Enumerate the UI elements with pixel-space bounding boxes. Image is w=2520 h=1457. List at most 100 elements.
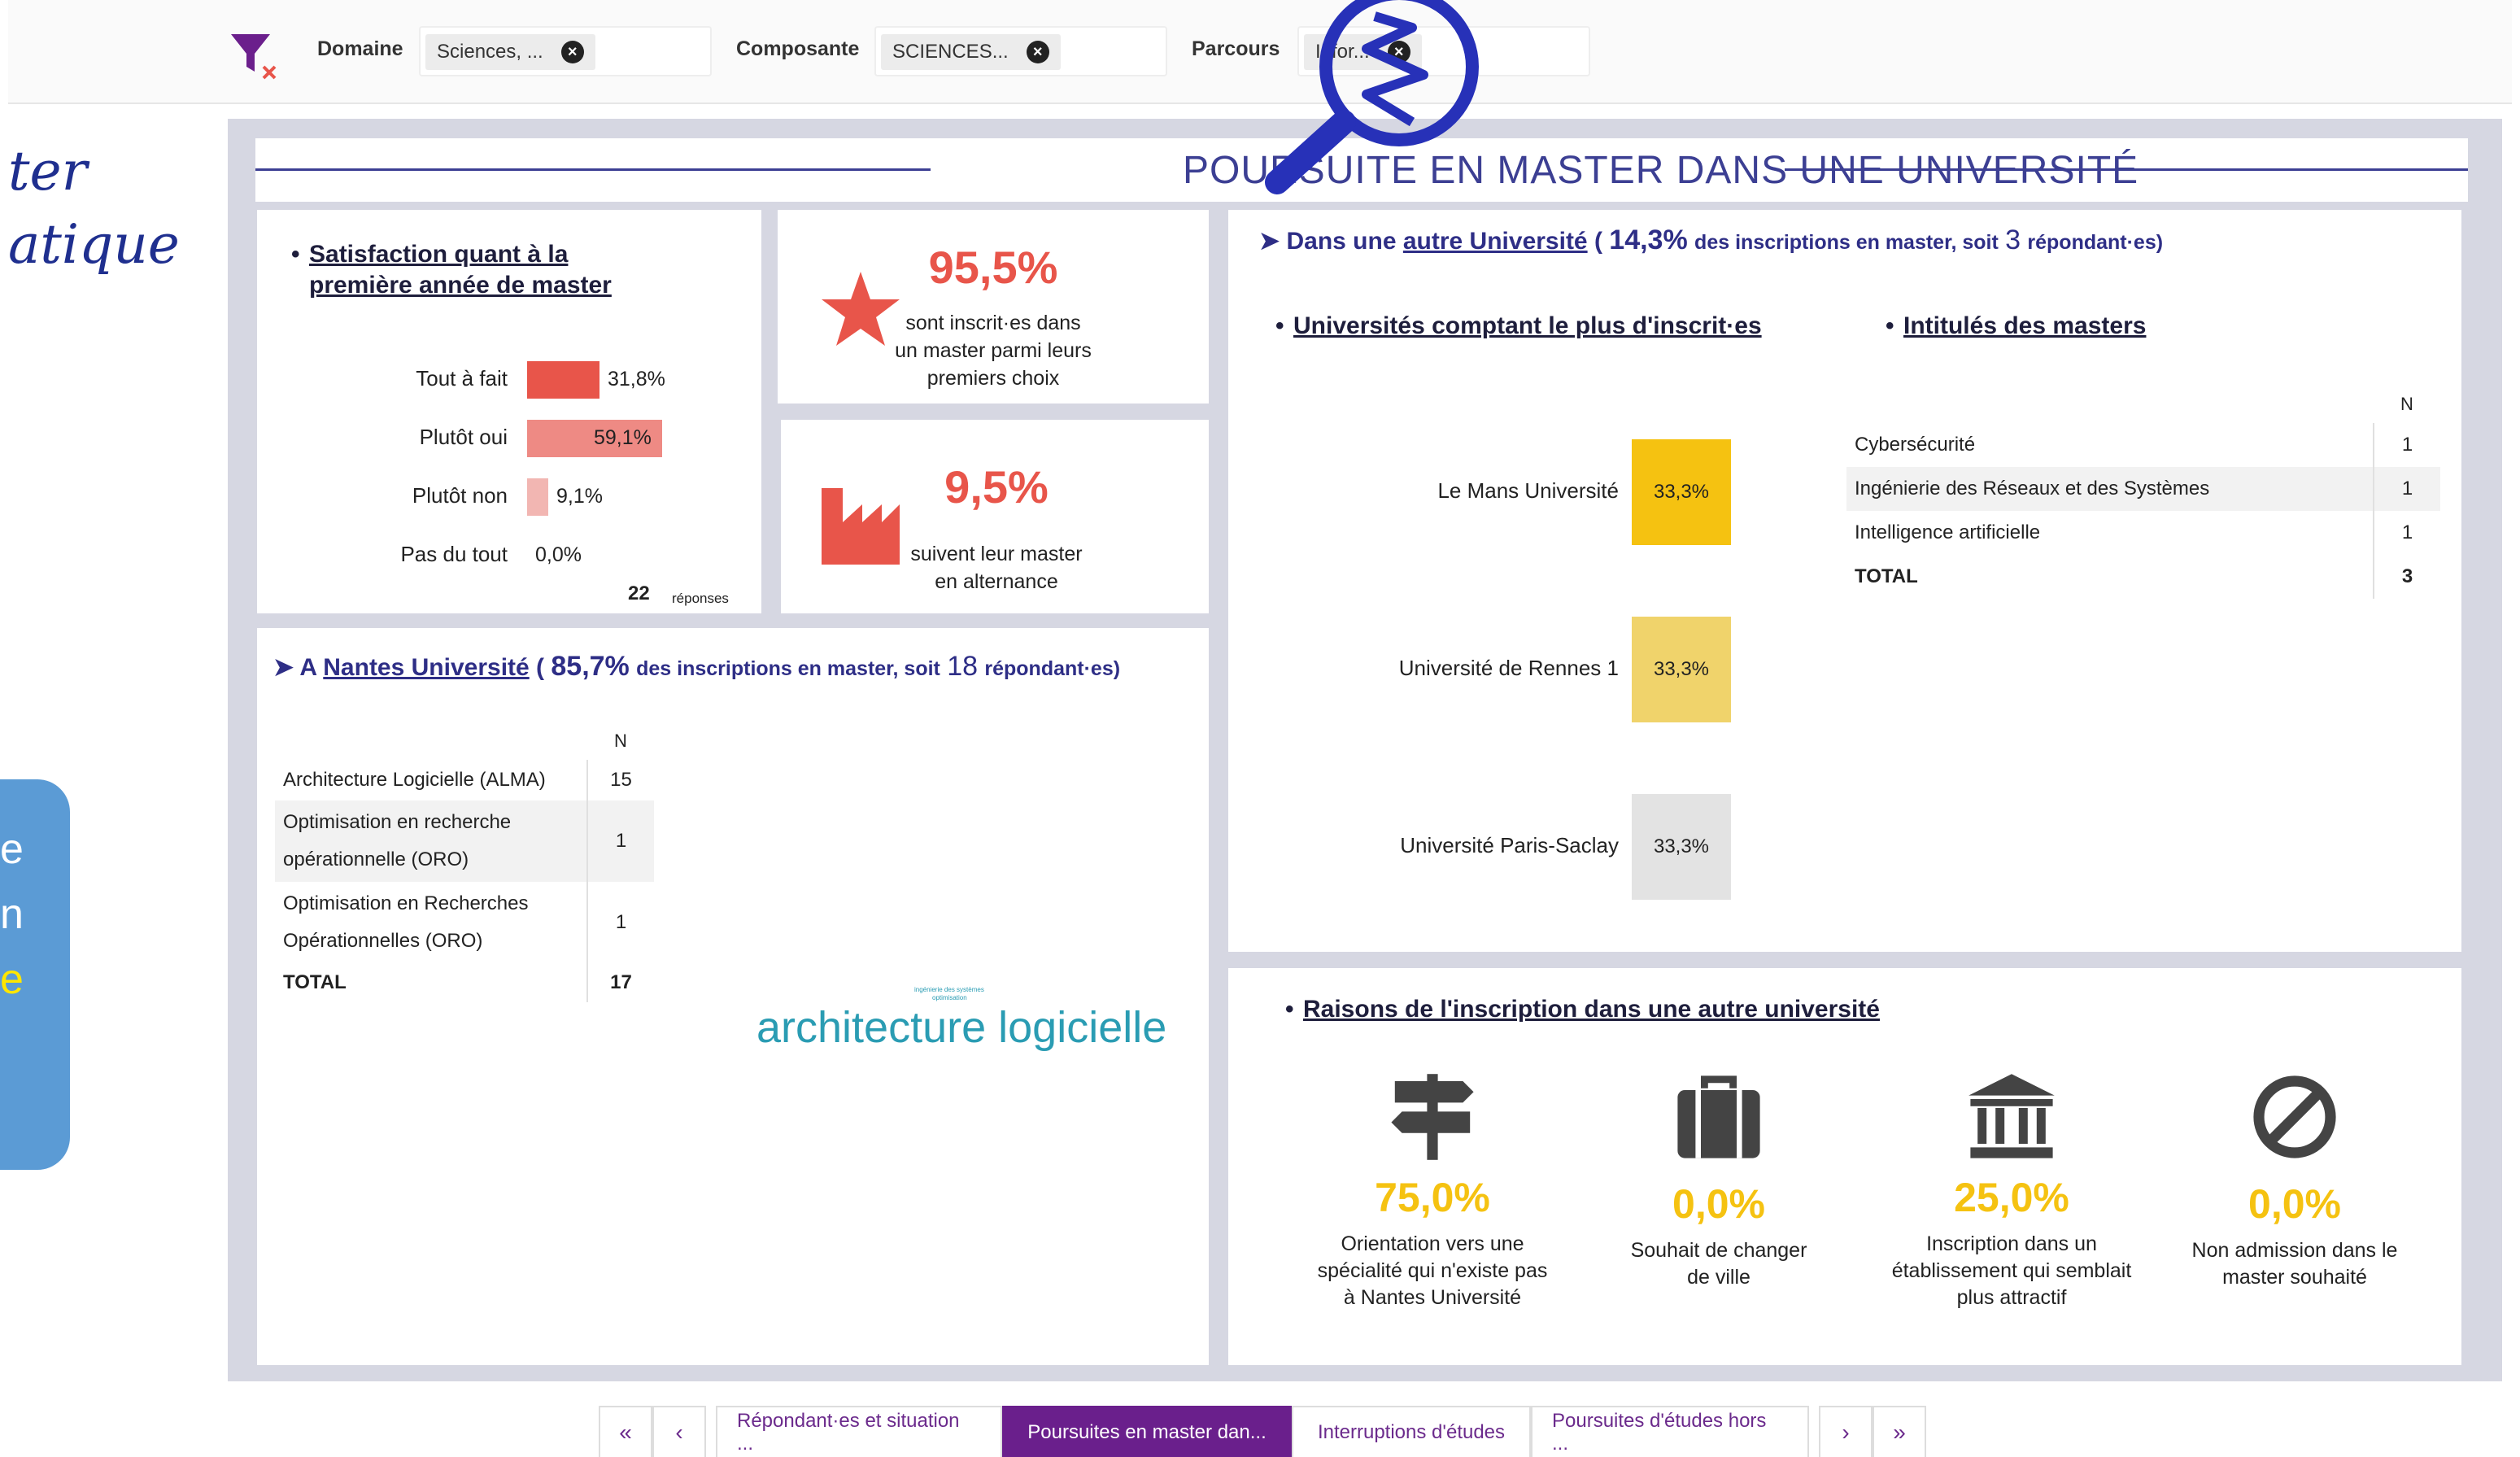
filter-domaine-select[interactable]: Sciences, ... ×: [419, 26, 712, 76]
callout-line-2: n: [0, 891, 24, 938]
sheet-tabs: « ‹ Répondant·es et situation ... Poursu…: [599, 1406, 1926, 1457]
dashboard-page: Domaine Sciences, ... × Composante SCIEN…: [0, 0, 2520, 1457]
satisfaction-bar-value: 31,8%: [608, 368, 665, 390]
other-university-heading: ➤ Dans une autre Université ( 14,3% des …: [1259, 225, 2164, 255]
reason-specialite: 75,0% Orientation vers une spécialité qui…: [1298, 1072, 1567, 1311]
satisfaction-bar-value: 59,1%: [594, 426, 652, 449]
reason-ville: 0,0% Souhait de changer de ville: [1585, 1072, 1853, 1291]
satisfaction-bar-value: 0,0%: [535, 543, 582, 566]
satisfaction-bar-value: 9,1%: [556, 485, 603, 508]
reason-label: Orientation vers une spécialité qui n'exi…: [1317, 1232, 1548, 1309]
reason-value: 75,0%: [1375, 1175, 1490, 1220]
table-row: Ingénierie des Réseaux et des Systèmes 1: [1846, 467, 2440, 511]
filter-composante-select[interactable]: SCIENCES... ×: [874, 26, 1167, 76]
table-row: Optimisation en Recherches Opérationnelle…: [275, 882, 654, 963]
tab-repondants[interactable]: Répondant·es et situation ...: [716, 1406, 1002, 1457]
table-header-n: N: [2400, 394, 2413, 414]
other-masters-table: N Cybersécurité 1 Ingénierie des Réseaux …: [1846, 386, 2440, 599]
satisfaction-row: Plutôt non 9,1%: [257, 477, 761, 517]
filter-label-composante: Composante: [736, 37, 860, 60]
satisfaction-panel: • Satisfaction quant à la première année…: [257, 210, 761, 613]
university-label: Université de Rennes 1: [1398, 656, 1619, 680]
table-row: Cybersécurité 1: [1846, 423, 2440, 467]
institution-icon: [1968, 1074, 2055, 1158]
title-rule-right: [1785, 168, 2468, 171]
callout-line-3: e: [0, 956, 24, 1003]
universities-title: • Universités comptant le plus d'inscrit·…: [1275, 312, 1762, 339]
wordcloud-small-1: ingénierie des systèmes: [914, 986, 984, 993]
satisfaction-row: Tout à fait 31,8%: [257, 360, 761, 400]
briefcase-icon: [1677, 1075, 1760, 1158]
other-university-link[interactable]: autre Université: [1403, 228, 1588, 255]
satisfaction-bar: [527, 478, 548, 516]
satisfaction-row: Pas du tout 0,0%: [257, 535, 761, 576]
nantes-pct: 85,7%: [551, 651, 630, 682]
tab-poursuites-master[interactable]: Poursuites en master dan...: [1002, 1406, 1292, 1457]
university-label: Le Mans Université: [1437, 478, 1619, 503]
handwriting-line-1: ter: [8, 140, 88, 203]
table-row: Architecture Logicielle (ALMA) 15: [275, 760, 654, 800]
satisfaction-row-label: Plutôt non: [412, 483, 508, 508]
satisfaction-title-line2: première année de master: [309, 272, 612, 299]
reason-label: Inscription dans un établissement qui sem…: [1891, 1232, 2132, 1309]
filter-composante-chip: SCIENCES... ×: [881, 34, 1061, 70]
responses-count: 22: [628, 582, 650, 604]
tab-first-button[interactable]: «: [599, 1406, 652, 1457]
tab-poursuites-hors[interactable]: Poursuites d'études hors ...: [1531, 1406, 1809, 1457]
filter-domaine-value: Sciences, ...: [437, 41, 543, 63]
university-label: Université Paris-Saclay: [1400, 833, 1619, 857]
reason-value: 0,0%: [1672, 1181, 1765, 1227]
nantes-link[interactable]: Nantes Université: [323, 654, 529, 681]
kpi-alternance-value: 9,5%: [944, 461, 1049, 513]
side-callout: e n e: [0, 779, 70, 1170]
reason-label: Souhait de changer de ville: [1630, 1239, 1807, 1289]
nantes-masters-table: N Architecture Logicielle (ALMA) 15 Opti…: [275, 722, 654, 1002]
satisfaction-row-label: Tout à fait: [416, 366, 508, 390]
other-university-pct: 14,3%: [1609, 225, 1688, 255]
tab-next-button[interactable]: ›: [1819, 1406, 1873, 1457]
magnifier-zoom-icon: [1265, 0, 1479, 194]
kpi-choice-label: sont inscrit·es dans un master parmi leu…: [895, 312, 1092, 390]
other-university-panel: ➤ Dans une autre Université ( 14,3% des …: [1228, 210, 2461, 952]
filter-clear-icon[interactable]: [228, 29, 280, 81]
tab-last-button[interactable]: »: [1873, 1406, 1926, 1457]
filter-label-domaine: Domaine: [317, 37, 403, 60]
satisfaction-row: Plutôt oui 59,1%: [257, 418, 761, 459]
satisfaction-title: • Satisfaction quant à la première année…: [291, 241, 612, 299]
table-header-n: N: [614, 731, 627, 751]
remove-composante-icon[interactable]: ×: [1026, 41, 1049, 63]
handwriting-line-2: atique: [8, 213, 180, 276]
satisfaction-bar: [527, 361, 599, 399]
satisfaction-title-line1: Satisfaction quant à la: [309, 241, 569, 268]
title-rule-left: [255, 168, 931, 171]
masters-title: • Intitulés des masters: [1886, 312, 2147, 339]
university-bar: 33,3%: [1632, 617, 1731, 722]
university-bar: 33,3%: [1632, 439, 1731, 545]
wordcloud-main: architecture logicielle: [756, 1003, 1167, 1052]
filter-domaine-chip: Sciences, ... ×: [425, 34, 595, 70]
reason-value: 25,0%: [1954, 1175, 2069, 1220]
satisfaction-row-label: Plutôt oui: [419, 425, 508, 449]
wordcloud-small-2: optimisation: [932, 994, 967, 1001]
reason-value: 0,0%: [2248, 1181, 2341, 1227]
tab-interruptions[interactable]: Interruptions d'études: [1292, 1406, 1531, 1457]
callout-line-1: e: [0, 826, 24, 873]
reason-attractif: 25,0% Inscription dans un établissement q…: [1877, 1072, 2146, 1311]
kpi-choice-value: 95,5%: [928, 242, 1058, 293]
university-bar: 33,3%: [1632, 794, 1731, 900]
prohibited-icon: [2253, 1075, 2336, 1158]
satisfaction-row-label: Pas du tout: [400, 542, 508, 566]
table-total-row: TOTAL 17: [275, 963, 654, 1002]
remove-domaine-icon[interactable]: ×: [560, 41, 584, 63]
kpi-alternance-label: suivent leur master en alternance: [910, 543, 1083, 593]
nantes-panel: ➤ A Nantes Université ( 85,7% des inscri…: [257, 628, 1209, 1365]
tab-prev-button[interactable]: ‹: [652, 1406, 706, 1457]
responses-label: réponses: [672, 591, 729, 606]
filter-composante-value: SCIENCES...: [892, 41, 1009, 63]
nantes-heading: ➤ A Nantes Université ( 85,7% des inscri…: [273, 651, 1121, 682]
reasons-title: • Raisons de l'inscription dans une autre…: [1285, 996, 1880, 1023]
reasons-panel: • Raisons de l'inscription dans une autre…: [1228, 968, 2461, 1365]
kpi-choice-panel: 95,5% sont inscrit·es dans un master par…: [778, 210, 1209, 404]
reason-non-admission: 0,0% Non admission dans le master souhait…: [2160, 1072, 2429, 1291]
table-total-row: TOTAL 3: [1846, 555, 2440, 599]
